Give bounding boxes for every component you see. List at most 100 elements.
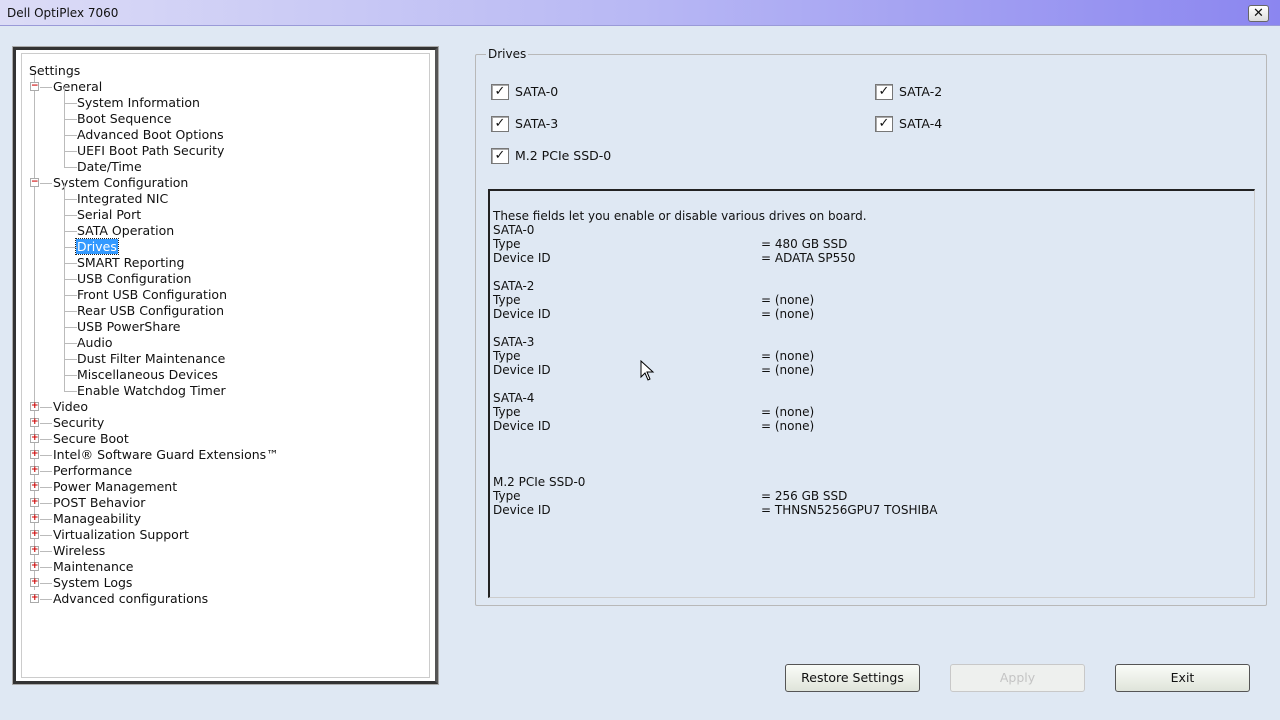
tree-connector xyxy=(64,311,65,327)
tree-item[interactable]: Boot Sequence xyxy=(76,111,172,127)
tree-item[interactable]: Advanced configurations xyxy=(52,591,209,607)
tree-item[interactable]: Miscellaneous Devices xyxy=(76,367,219,383)
detail-value: = 256 GB SSD xyxy=(761,489,848,503)
expand-icon[interactable]: + xyxy=(30,466,39,475)
settings-tree[interactable]: Settings General − System Information Boot S… xyxy=(12,46,439,685)
drive-checkbox-label: SATA-4 xyxy=(899,116,943,131)
checkbox-check-icon[interactable]: ✓ xyxy=(491,148,509,164)
tree-item[interactable]: USB PowerShare xyxy=(76,319,182,335)
drive-checkbox[interactable]: ✓ SATA-4 xyxy=(875,116,942,132)
exit-button[interactable]: Exit xyxy=(1115,664,1250,692)
drive-checkbox[interactable]: ✓ SATA-2 xyxy=(875,84,942,100)
detail-label: Type xyxy=(493,293,521,307)
tree-item[interactable]: SMART Reporting xyxy=(76,255,185,271)
expand-icon[interactable]: + xyxy=(30,546,39,555)
tree-connector xyxy=(40,439,52,440)
tree-connector xyxy=(64,231,77,232)
expand-icon[interactable]: + xyxy=(30,562,39,571)
tree-item[interactable]: Rear USB Configuration xyxy=(76,303,225,319)
tree-item-label: Intel® Software Guard Extensions™ xyxy=(53,447,279,462)
drive-checkbox[interactable]: ✓ M.2 PCIe SSD-0 xyxy=(491,148,611,164)
restore-settings-button[interactable]: Restore Settings xyxy=(785,664,920,692)
tree-item-label: Serial Port xyxy=(77,207,142,222)
tree-item[interactable]: POST Behavior xyxy=(52,495,146,511)
close-button[interactable]: ✕ xyxy=(1248,5,1269,22)
drive-checkbox-label: SATA-0 xyxy=(515,84,559,99)
tree-connector xyxy=(64,263,65,279)
tree-connector xyxy=(64,279,77,280)
tree-item[interactable]: Dust Filter Maintenance xyxy=(76,351,226,367)
tree-item[interactable]: Audio xyxy=(76,335,114,351)
tree-item-label: UEFI Boot Path Security xyxy=(77,143,225,158)
tree-item[interactable]: Maintenance xyxy=(52,559,135,575)
tree-item[interactable]: Settings xyxy=(28,63,81,79)
tree-connector xyxy=(40,599,52,600)
tree-connector xyxy=(64,263,77,264)
expand-icon[interactable]: + xyxy=(30,514,39,523)
checkbox-check-icon[interactable]: ✓ xyxy=(491,84,509,100)
tree-item[interactable]: System Information xyxy=(76,95,201,111)
tree-connector xyxy=(64,167,77,168)
tree-item-label: Performance xyxy=(53,463,133,478)
tree-connector xyxy=(64,119,65,135)
tree-item[interactable]: Enable Watchdog Timer xyxy=(76,383,227,399)
checkbox-check-icon[interactable]: ✓ xyxy=(875,84,893,100)
tree-item[interactable]: UEFI Boot Path Security xyxy=(76,143,225,159)
tree-item[interactable]: Performance xyxy=(52,463,133,479)
expand-icon[interactable]: + xyxy=(30,450,39,459)
expand-icon[interactable]: + xyxy=(30,482,39,491)
tree-item-label: Wireless xyxy=(53,543,106,558)
tree-item[interactable]: Integrated NIC xyxy=(76,191,169,207)
drive-checkbox-label: M.2 PCIe SSD-0 xyxy=(515,148,612,163)
tree-connector xyxy=(40,519,52,520)
expand-icon[interactable]: + xyxy=(30,434,39,443)
tree-item[interactable]: System Configuration xyxy=(52,175,189,191)
tree-item[interactable]: Wireless xyxy=(52,543,106,559)
tree-item[interactable]: Virtualization Support xyxy=(52,527,190,543)
collapse-icon[interactable]: − xyxy=(30,178,39,187)
tree-item[interactable]: Date/Time xyxy=(76,159,143,175)
tree-item-label: Power Management xyxy=(53,479,178,494)
tree-item[interactable]: Front USB Configuration xyxy=(76,287,228,303)
tree-connector xyxy=(40,551,52,552)
tree-item[interactable]: Power Management xyxy=(52,479,178,495)
detail-line: Type = (none) xyxy=(493,293,814,307)
detail-label: SATA-0 xyxy=(493,223,535,237)
expand-icon[interactable]: + xyxy=(30,530,39,539)
tree-item-label: Manageability xyxy=(53,511,141,526)
tree-connector xyxy=(64,279,65,295)
settings-tree-list: Settings General − System Information Boot S… xyxy=(21,53,430,678)
tree-connector xyxy=(64,151,77,152)
tree-item[interactable]: Intel® Software Guard Extensions™ xyxy=(52,447,280,463)
tree-item[interactable]: USB Configuration xyxy=(76,271,192,287)
drive-checkbox-label: SATA-2 xyxy=(899,84,943,99)
expand-icon[interactable]: + xyxy=(30,418,39,427)
expand-icon[interactable]: + xyxy=(30,578,39,587)
tree-item[interactable]: SATA Operation xyxy=(76,223,175,239)
checkbox-check-icon[interactable]: ✓ xyxy=(491,116,509,132)
drive-checkbox[interactable]: ✓ SATA-0 xyxy=(491,84,558,100)
expand-icon[interactable]: + xyxy=(30,594,39,603)
checkbox-check-icon[interactable]: ✓ xyxy=(875,116,893,132)
tree-connector xyxy=(64,247,77,248)
tree-connector xyxy=(64,327,77,328)
tree-connector xyxy=(64,343,77,344)
tree-item[interactable]: System Logs xyxy=(52,575,133,591)
tree-item[interactable]: Security xyxy=(52,415,105,431)
tree-item[interactable]: Advanced Boot Options xyxy=(76,127,225,143)
tree-item-label: Date/Time xyxy=(77,159,142,174)
apply-button[interactable]: Apply xyxy=(950,664,1085,692)
expand-icon[interactable]: + xyxy=(30,498,39,507)
tree-item[interactable]: Video xyxy=(52,399,89,415)
collapse-icon[interactable]: − xyxy=(30,82,39,91)
tree-item[interactable]: Drives xyxy=(75,238,119,255)
tree-item[interactable]: Serial Port xyxy=(76,207,142,223)
tree-item[interactable]: Manageability xyxy=(52,511,142,527)
tree-item[interactable]: Secure Boot xyxy=(52,431,130,447)
drive-checkbox[interactable]: ✓ SATA-3 xyxy=(491,116,558,132)
tree-item[interactable]: General xyxy=(52,79,103,95)
detail-line: M.2 PCIe SSD-0 xyxy=(493,475,585,489)
tree-connector xyxy=(64,375,77,376)
expand-icon[interactable]: + xyxy=(30,402,39,411)
title-bar: Dell OptiPlex 7060 ✕ xyxy=(0,0,1280,26)
